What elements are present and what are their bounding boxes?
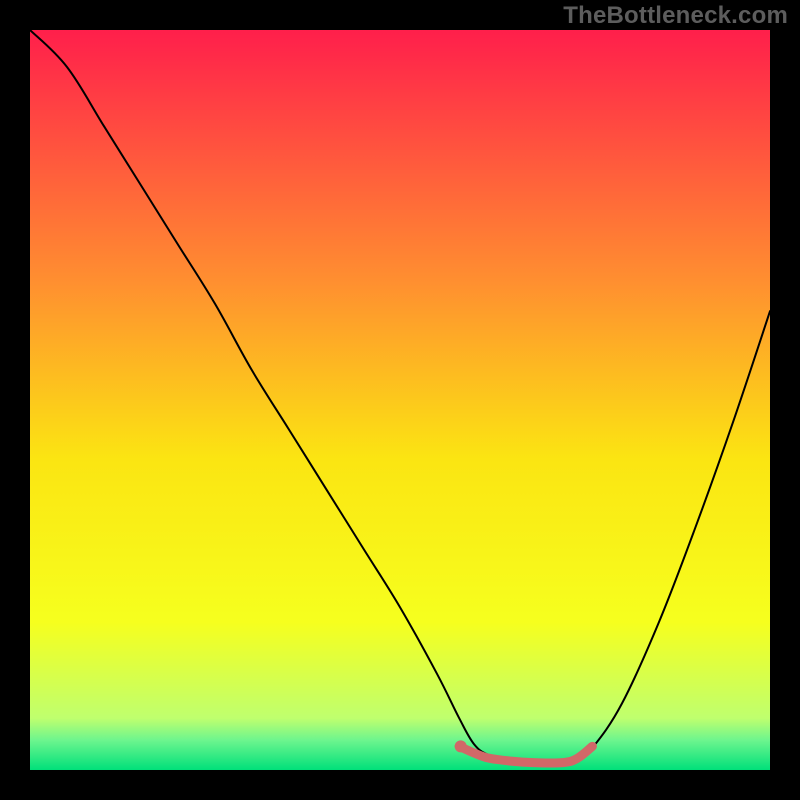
bottleneck-plot	[30, 30, 770, 770]
plot-background	[30, 30, 770, 770]
watermark-text: TheBottleneck.com	[563, 4, 788, 28]
marker-optimal-start-dot	[455, 740, 467, 752]
chart-frame: TheBottleneck.com	[0, 0, 800, 800]
marker-layer	[455, 740, 467, 752]
